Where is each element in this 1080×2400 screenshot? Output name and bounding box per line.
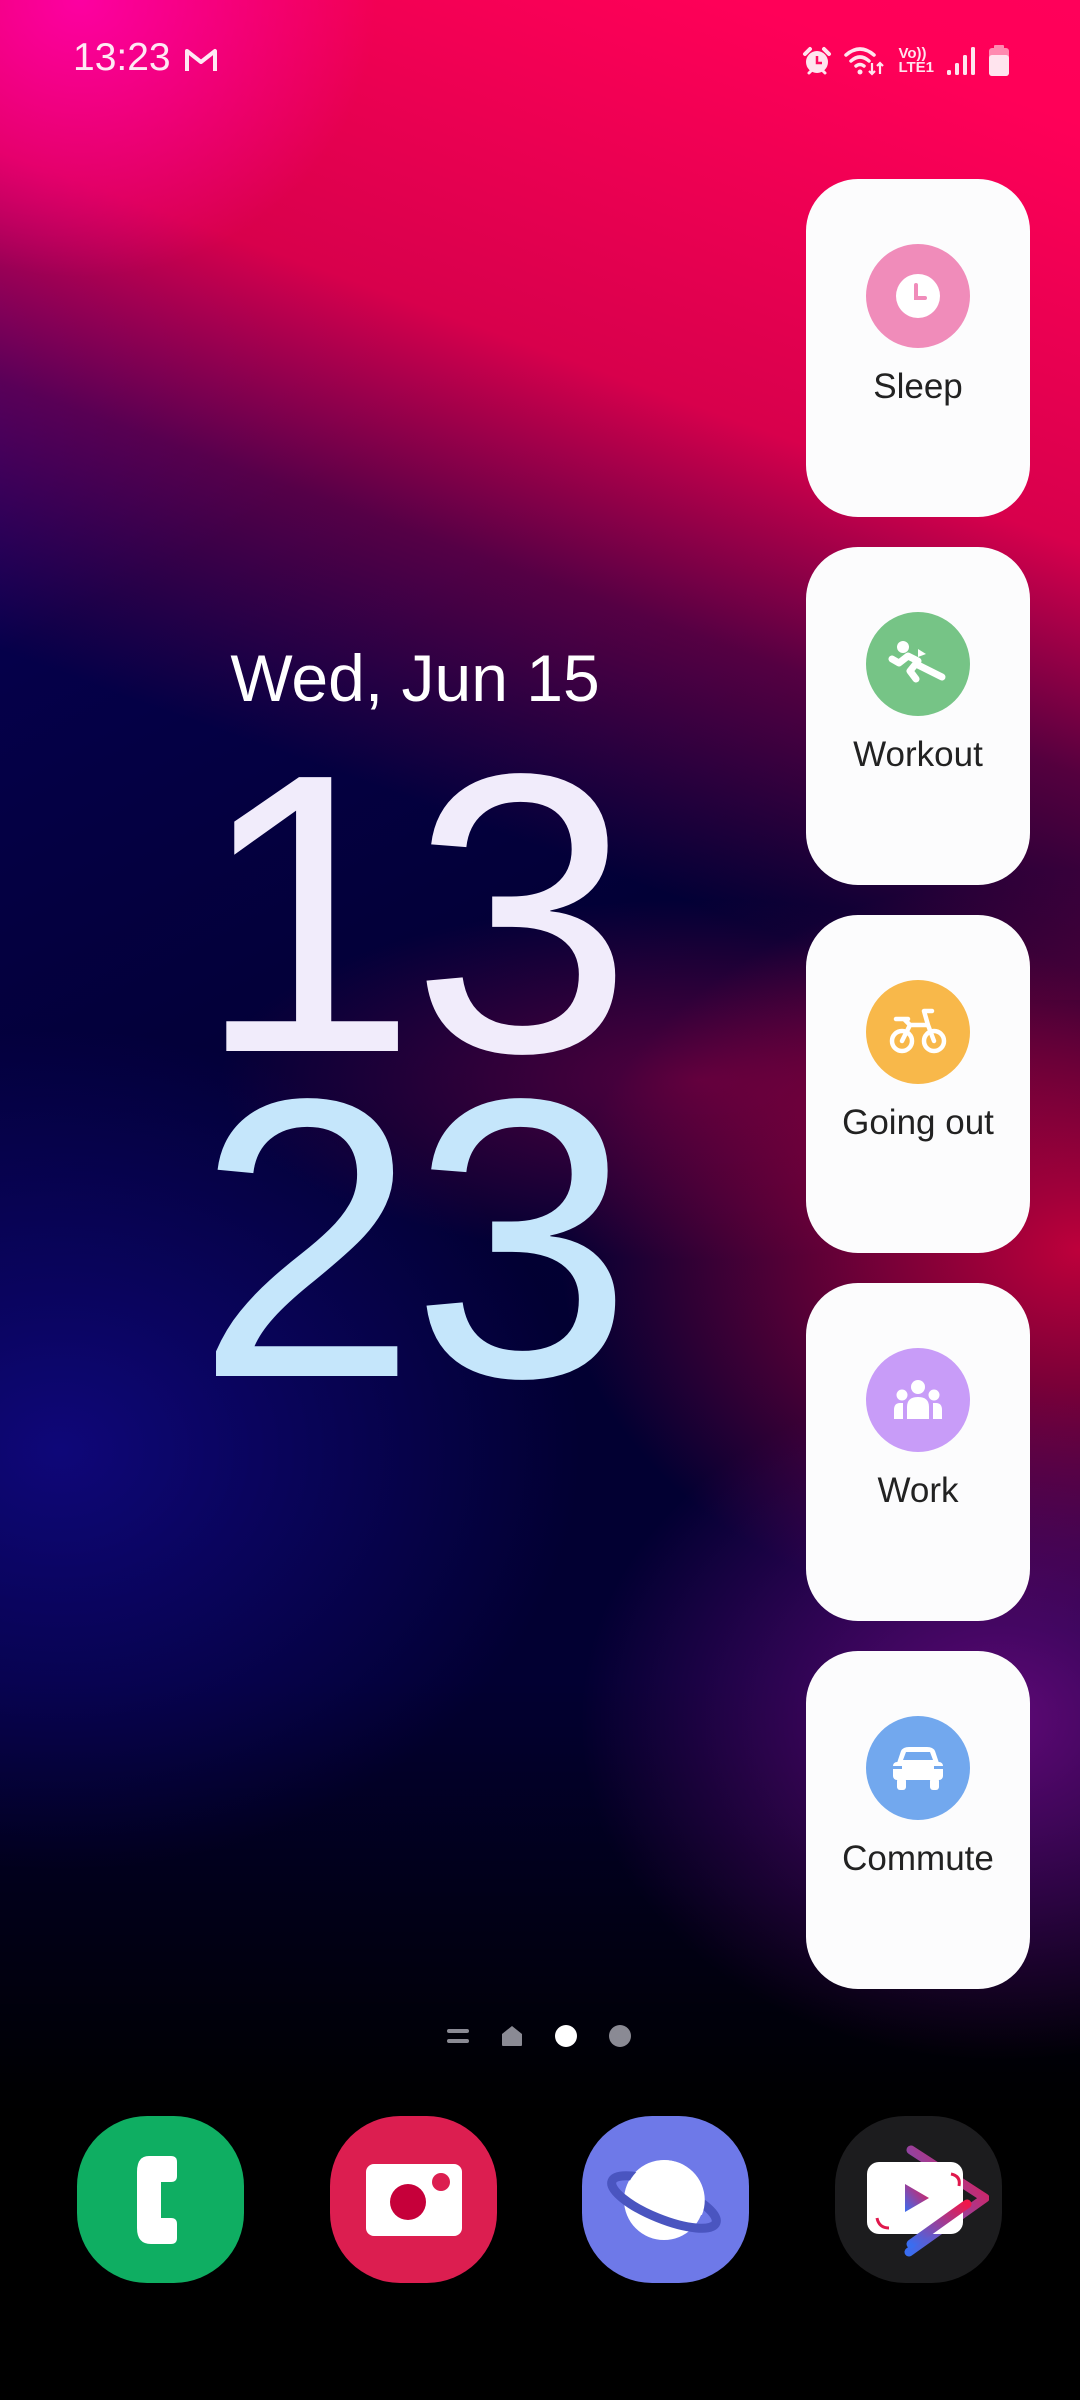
phone-icon bbox=[136, 2155, 177, 2244]
mode-card-commute[interactable]: Commute bbox=[806, 1651, 1030, 1989]
dock bbox=[77, 2116, 1003, 2284]
mode-card-going-out[interactable]: Going out bbox=[806, 915, 1030, 1253]
dock-app-camera[interactable] bbox=[330, 2116, 497, 2283]
car-icon bbox=[892, 1747, 944, 1790]
mode-label: Sleep bbox=[873, 367, 963, 406]
apps-list-indicator-icon[interactable] bbox=[447, 2025, 469, 2047]
dock-app-video[interactable] bbox=[835, 2116, 1002, 2283]
mode-label: Going out bbox=[842, 1103, 994, 1142]
clock-minute[interactable]: 23 bbox=[196, 1040, 656, 1438]
mode-icon-bg bbox=[866, 612, 970, 716]
mode-icon-bg bbox=[866, 1348, 970, 1452]
dock-app-phone[interactable] bbox=[77, 2116, 244, 2283]
mode-label: Workout bbox=[853, 735, 983, 774]
volte-bottom-text: LTE1 bbox=[898, 59, 934, 76]
alarm-icon bbox=[803, 47, 832, 75]
page-dot[interactable] bbox=[609, 2025, 631, 2047]
running-person-icon bbox=[888, 641, 946, 683]
page-dot-active[interactable] bbox=[555, 2025, 577, 2047]
signal-icon bbox=[947, 47, 975, 75]
internet-app-icon-bg bbox=[582, 2116, 749, 2283]
wifi-icon bbox=[844, 47, 885, 76]
mode-card-workout[interactable]: Workout bbox=[806, 547, 1030, 885]
mode-card-sleep[interactable]: Sleep bbox=[806, 179, 1030, 517]
status-time: 13:23 bbox=[73, 36, 171, 79]
battery-icon bbox=[989, 45, 1009, 76]
video-play-icon bbox=[866, 2145, 989, 2256]
system-icons: Vo)) LTE1 bbox=[802, 42, 1010, 80]
volte-icon: Vo)) LTE1 bbox=[898, 46, 934, 76]
mode-card-work[interactable]: Work bbox=[806, 1283, 1030, 1621]
clock-icon bbox=[896, 274, 940, 318]
phone-app-icon-bg bbox=[77, 2116, 244, 2283]
mode-label: Commute bbox=[842, 1839, 994, 1878]
mode-icon-bg bbox=[866, 1716, 970, 1820]
status-bar: 13:23 Vo)) LTE1 bbox=[0, 0, 1080, 120]
planet-icon bbox=[606, 2159, 721, 2240]
page-indicator[interactable] bbox=[447, 2024, 631, 2048]
modes-widget: Sleep Workout Going out Work Commute bbox=[806, 179, 1030, 2019]
mode-label: Work bbox=[877, 1471, 959, 1510]
bicycle-icon bbox=[889, 1008, 947, 1054]
mode-icon-bg bbox=[866, 244, 970, 348]
gmail-icon bbox=[185, 49, 217, 71]
home-indicator-icon[interactable] bbox=[501, 2025, 523, 2047]
video-app-icon-bg bbox=[835, 2116, 1002, 2283]
mode-icon-bg bbox=[866, 980, 970, 1084]
camera-app-icon-bg bbox=[330, 2116, 497, 2283]
people-icon bbox=[894, 1380, 942, 1419]
dock-app-internet[interactable] bbox=[582, 2116, 749, 2283]
camera-icon bbox=[365, 2163, 462, 2236]
